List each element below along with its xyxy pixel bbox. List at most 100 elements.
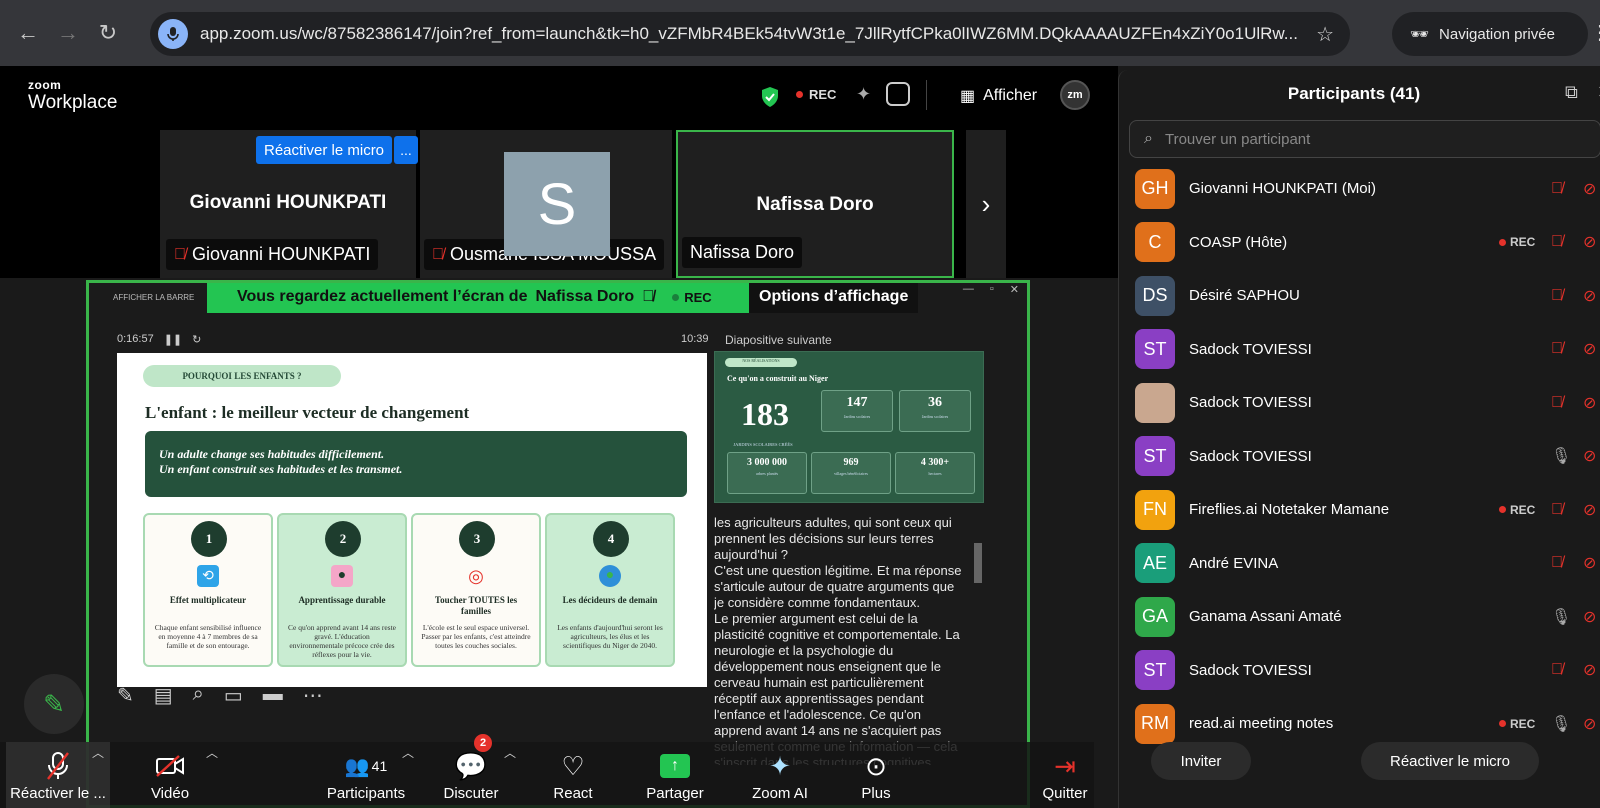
zoom-header: zoom Workplace REC ✦ ▦ Afficher zm <box>0 66 1118 130</box>
video-off-icon[interactable]: ⊘ <box>1583 500 1596 520</box>
participant-row[interactable]: DS Désiré SAPHOU 🎙̸ ⊘ <box>1119 269 1600 323</box>
video-caret-icon[interactable]: ︿ <box>206 744 218 761</box>
browser-menu-icon[interactable]: ⋮ <box>1590 20 1600 45</box>
participants-toolbar-button[interactable]: 👥 41 Participants <box>316 742 416 808</box>
participant-row[interactable]: ST Sadock TOVIESSI 🎙̸ ⊘ <box>1119 644 1600 698</box>
mic-muted-icon[interactable]: 🎙̸ <box>1551 233 1563 251</box>
participant-row[interactable]: GH Giovanni HOUNKPATI (Moi) 🎙̸ ⊘ <box>1119 162 1600 216</box>
mic-muted-icon[interactable]: 🎙̸ <box>1551 661 1563 679</box>
zoom-apps-icon[interactable]: zm <box>1060 80 1090 110</box>
zoom-magnifier-icon[interactable]: ⌕ <box>193 683 204 708</box>
unmute-self-button[interactable]: Réactiver le micro <box>1361 742 1539 780</box>
video-off-icon[interactable]: ⊘ <box>1583 339 1596 359</box>
incognito-indicator[interactable]: 🕶 Navigation privée <box>1392 12 1588 56</box>
search-input[interactable] <box>1164 130 1565 148</box>
pen-icon[interactable]: ✎ <box>117 683 134 708</box>
share-screen-icon: ↑ <box>660 754 690 778</box>
share-toolbar-button[interactable]: ↑ Partager <box>640 742 710 808</box>
mic-icon[interactable]: 🎙 <box>1551 607 1571 627</box>
sharing-banner: Vous regardez actuellement l’écran de Na… <box>207 283 749 313</box>
video-off-icon[interactable]: ⊘ <box>1583 179 1596 199</box>
participant-row[interactable]: GA Ganama Assani Amaté 🎙 ⊘ <box>1119 590 1600 644</box>
mic-icon[interactable]: 🎙 <box>1551 714 1571 734</box>
chat-caret-icon[interactable]: ︿ <box>504 744 516 761</box>
presenter-screen-icon[interactable]: ▭ <box>224 683 243 708</box>
avatar: FN <box>1135 489 1175 530</box>
video-off-icon[interactable]: ⊘ <box>1583 660 1596 680</box>
video-off-icon[interactable]: ⊘ <box>1583 393 1596 413</box>
globe-icon: ● <box>599 565 621 587</box>
participant-name: Giovanni HOUNKPATI (Moi) <box>1189 180 1376 198</box>
heart-icon: ♡ <box>561 750 585 781</box>
notes-scrollbar[interactable] <box>974 519 982 765</box>
participant-name: COASP (Hôte) <box>1189 233 1288 251</box>
participants-caret-icon[interactable]: ︿ <box>402 744 414 761</box>
video-off-icon[interactable]: ⊘ <box>1583 286 1596 306</box>
video-off-icon[interactable]: ⊘ <box>1583 446 1596 466</box>
participant-row[interactable]: ST Sadock TOVIESSI 🎙̸ ⊘ <box>1119 323 1600 377</box>
annotate-pencil-icon[interactable]: ✎ <box>24 674 84 734</box>
participant-row[interactable]: ST Sadock TOVIESSI 🎙 ⊘ <box>1119 430 1600 484</box>
video-off-icon[interactable]: ⊘ <box>1583 553 1596 573</box>
scrollbar-thumb[interactable] <box>974 543 982 583</box>
mic-muted-icon[interactable]: 🎙̸ <box>1551 340 1563 358</box>
reload-icon[interactable]: ↻ <box>88 13 128 53</box>
forward-icon[interactable]: → <box>48 13 88 53</box>
view-button[interactable]: ▦ Afficher <box>960 86 1037 106</box>
more-toolbar-button[interactable]: ⊙ Plus <box>848 742 904 808</box>
react-toolbar-button[interactable]: ♡ React <box>540 742 606 808</box>
speaker-notes[interactable]: les agriculteurs adultes, qui sont ceux … <box>714 515 966 765</box>
back-icon[interactable]: ← <box>8 13 48 53</box>
encryption-shield-icon[interactable] <box>760 86 780 108</box>
participant-search[interactable]: ⌕ <box>1129 120 1600 158</box>
mic-muted-icon[interactable]: 🎙̸ <box>1551 180 1563 198</box>
participant-row[interactable]: Sadock TOVIESSI 🎙̸ ⊘ <box>1119 376 1600 430</box>
mic-muted-icon[interactable]: 🎙̸ <box>1551 394 1563 412</box>
recording-indicator[interactable]: REC <box>796 87 836 102</box>
video-off-icon[interactable]: ⊘ <box>1583 714 1596 734</box>
view-options-button[interactable]: Options d’affichage <box>749 283 919 313</box>
slides-grid-icon[interactable]: ▤ <box>154 683 173 708</box>
quit-meeting-button[interactable]: ⇥ Quitter <box>1036 742 1094 808</box>
avatar: GA <box>1135 596 1175 637</box>
video-tile-nafissa[interactable]: Nafissa Doro Nafissa Doro <box>676 130 954 278</box>
mic-icon[interactable]: 🎙 <box>1551 446 1571 466</box>
chat-toolbar-button[interactable]: 💬 Discuter <box>436 742 506 808</box>
video-toolbar-button[interactable]: Vidéo <box>132 742 208 808</box>
mic-muted-icon[interactable]: 🎙̸ <box>1551 554 1563 572</box>
presentation-clock: 10:39 <box>681 333 709 345</box>
avatar: ST <box>1135 650 1175 691</box>
participant-name: Sadock TOVIESSI <box>1189 394 1312 412</box>
zoom-meeting-window: ← → ↻ app.zoom.us/wc/87582386147/join?re… <box>0 0 1600 808</box>
participant-name: Désiré SAPHOU <box>1189 287 1300 305</box>
unmute-button[interactable]: Réactiver le micro <box>256 136 393 164</box>
participant-name: Sadock TOVIESSI <box>1189 661 1312 679</box>
mic-muted-icon[interactable]: 🎙̸ <box>1551 501 1563 519</box>
shared-screen[interactable]: AFFICHER LA BARRE — ▫ ✕ Vous regardez actu… <box>86 280 1030 808</box>
participant-row[interactable]: AE André EVINA 🎙̸ ⊘ <box>1119 537 1600 591</box>
participants-list[interactable]: GH Giovanni HOUNKPATI (Moi) 🎙̸ ⊘ C COASP (Hôt… <box>1119 162 1600 751</box>
banner-rec-indicator: REC <box>672 290 712 305</box>
mic-muted-icon[interactable]: 🎙̸ <box>1551 287 1563 305</box>
participant-rec-indicator: REC <box>1499 235 1535 249</box>
participant-row[interactable]: FN Fireflies.ai Notetaker Mamane REC 🎙̸ ⊘ <box>1119 483 1600 537</box>
popout-icon[interactable]: ⧉ <box>1565 82 1578 103</box>
bookmark-star-icon[interactable]: ☆ <box>1316 22 1334 47</box>
slide-card-1: 1 ⟲ Effet multiplicateur Chaque enfant s… <box>143 513 273 667</box>
tile-more-button[interactable]: ... <box>394 136 418 164</box>
minimize-icon: — <box>962 283 974 295</box>
more-options-icon[interactable]: ⋯ <box>303 683 323 708</box>
mic-permission-icon[interactable] <box>158 19 188 49</box>
zoom-ai-toolbar-button[interactable]: ✦ Zoom AI <box>740 742 820 808</box>
participant-row[interactable]: C COASP (Hôte) REC 🎙̸ ⊘ <box>1119 216 1600 270</box>
invite-button[interactable]: Inviter <box>1151 742 1251 780</box>
address-bar[interactable]: app.zoom.us/wc/87582386147/join?ref_from… <box>150 12 1350 56</box>
stat-box: 36 Jardins scolaires <box>899 390 971 432</box>
subtitles-icon[interactable]: ▬ <box>263 683 283 708</box>
mic-caret-icon[interactable]: ︿ <box>92 744 104 761</box>
next-page-chevron-icon[interactable]: › <box>966 130 1006 278</box>
focus-mode-icon[interactable] <box>886 82 910 106</box>
ai-sparkle-icon[interactable]: ✦ <box>856 84 871 105</box>
video-off-icon[interactable]: ⊘ <box>1583 607 1596 627</box>
video-off-icon[interactable]: ⊘ <box>1583 232 1596 252</box>
